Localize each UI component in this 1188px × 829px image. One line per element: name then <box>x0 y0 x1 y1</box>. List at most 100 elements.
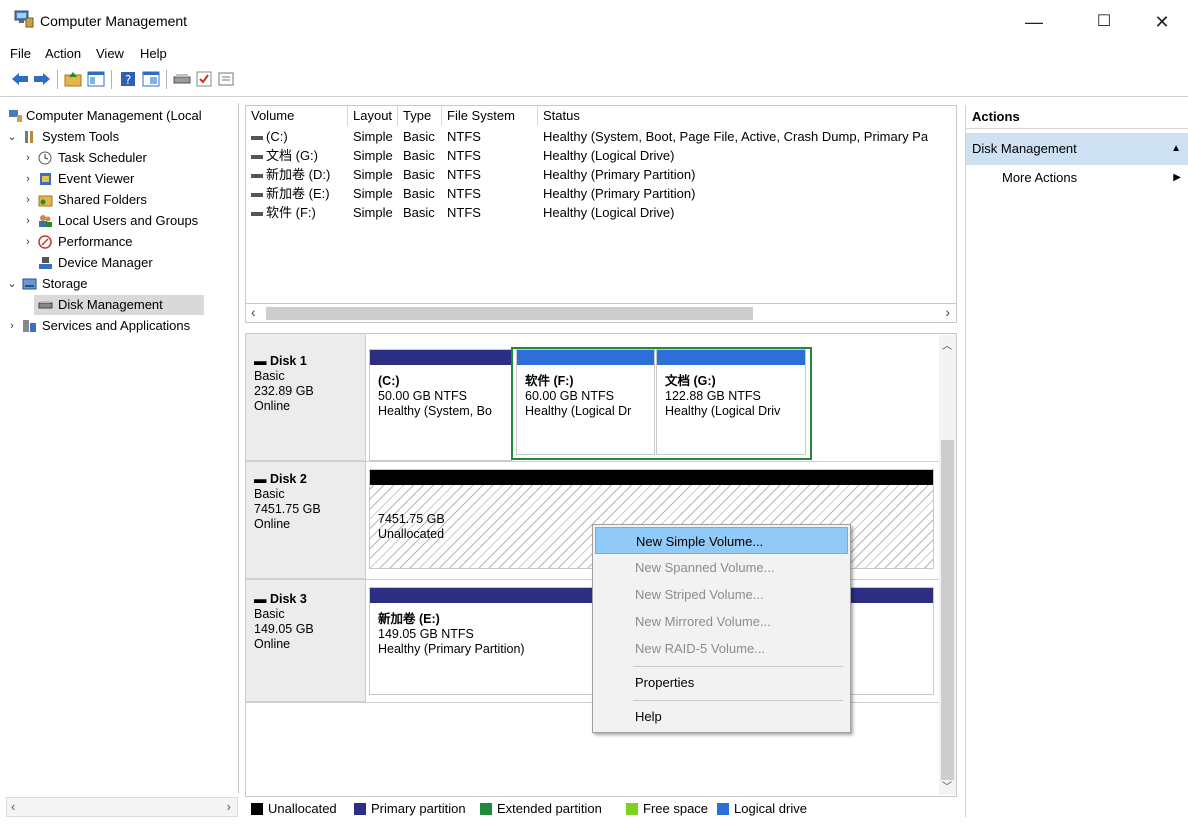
chevron-right-icon[interactable]: › <box>22 211 34 231</box>
volume-layout: Simple <box>353 167 393 182</box>
check-icon[interactable] <box>194 69 214 89</box>
volume-status: Healthy (Logical Drive) <box>543 205 675 220</box>
legend-label: Unallocated <box>268 801 337 816</box>
disk-2-label[interactable]: ▬ Disk 2 Basic 7451.75 GB Online <box>246 462 366 579</box>
volume-row[interactable]: 软件 (F:) Simple Basic NTFS Healthy (Logic… <box>246 203 956 222</box>
column-header-file-system[interactable]: File System <box>442 106 538 126</box>
logical-drive-bar <box>517 350 654 365</box>
volume-status: Healthy (System, Boot, Page File, Active… <box>543 129 929 144</box>
storage-icon <box>22 277 37 291</box>
menu-new-raid5-volume[interactable]: New RAID-5 Volume... <box>595 635 848 662</box>
disk-1-label[interactable]: ▬ Disk 1 Basic 232.89 GB Online <box>246 334 366 461</box>
volume-row[interactable]: 新加卷 (E:) Simple Basic NTFS Healthy (Prim… <box>246 184 956 203</box>
chevron-right-icon[interactable]: › <box>22 169 34 189</box>
scroll-up-icon[interactable]: ︿ <box>942 337 952 352</box>
menu-separator <box>633 700 843 701</box>
volume-row[interactable]: 文档 (G:) Simple Basic NTFS Healthy (Logic… <box>246 146 956 165</box>
scroll-right-icon[interactable]: › <box>227 799 231 814</box>
scroll-left-icon[interactable]: ‹ <box>251 304 256 320</box>
volume-list-horizontal-scrollbar[interactable]: ‹ › <box>245 303 957 323</box>
clock-icon <box>38 151 53 165</box>
disk-management-icon <box>38 298 53 312</box>
disk-status: Online <box>254 517 291 531</box>
volume-layout: Simple <box>353 186 393 201</box>
column-header-volume[interactable]: Volume <box>246 106 348 126</box>
menu-action[interactable]: Action <box>45 46 81 61</box>
tree-item-disk-management[interactable]: Disk Management <box>34 295 204 315</box>
partition-name: (C:) <box>378 374 400 388</box>
disk-type: Basic <box>254 607 285 621</box>
chevron-right-icon[interactable]: › <box>22 190 34 210</box>
up-folder-icon[interactable] <box>63 69 83 89</box>
volume-fs: NTFS <box>447 129 481 144</box>
scrollbar-thumb[interactable] <box>941 440 954 780</box>
tree-horizontal-scrollbar[interactable]: ‹ › <box>6 797 238 817</box>
drive-icon[interactable] <box>172 69 192 89</box>
logical-drive-swatch <box>717 803 729 815</box>
partition-f[interactable]: 软件 (F:) 60.00 GB NTFS Healthy (Logical D… <box>516 349 655 455</box>
collapse-up-icon[interactable]: ▲ <box>1171 133 1181 165</box>
forward-arrow-icon[interactable] <box>32 69 52 89</box>
disk-name: Disk 3 <box>269 592 307 606</box>
console-pane-icon[interactable] <box>141 69 161 89</box>
menu-new-striped-volume[interactable]: New Striped Volume... <box>595 581 848 608</box>
close-button[interactable]: ✕ <box>1140 6 1184 38</box>
actions-section-disk-management[interactable]: Disk Management ▲ <box>966 133 1188 165</box>
properties-icon[interactable] <box>216 69 236 89</box>
column-header-status[interactable]: Status <box>538 106 956 126</box>
legend-label: Logical drive <box>734 801 807 816</box>
minimize-button[interactable]: — <box>1012 6 1056 38</box>
menu-view[interactable]: View <box>96 46 124 61</box>
partition-size: 50.00 GB NTFS <box>378 389 467 403</box>
volume-fs: NTFS <box>447 186 481 201</box>
menu-bar: File Action View Help <box>0 42 1188 66</box>
volume-name: 文档 (G:) <box>266 148 318 163</box>
disk-3-label[interactable]: ▬ Disk 3 Basic 149.05 GB Online <box>246 580 366 702</box>
tree-label: Device Manager <box>58 255 153 270</box>
chevron-right-icon[interactable]: › <box>6 316 18 336</box>
disk-icon: ▬ <box>254 472 270 486</box>
partition-status: Healthy (System, Bo <box>378 404 492 418</box>
more-actions-item[interactable]: More Actions ▶ <box>966 167 1188 189</box>
column-header-layout[interactable]: Layout <box>348 106 398 126</box>
toolbar: ? <box>0 66 1188 94</box>
maximize-button[interactable]: ☐ <box>1082 6 1126 38</box>
help-book-icon[interactable]: ? <box>118 69 138 89</box>
volume-row[interactable]: (C:) Simple Basic NTFS Healthy (System, … <box>246 127 956 146</box>
legend-item: Unallocated <box>251 801 337 816</box>
drive-icon <box>251 154 263 159</box>
column-header-type[interactable]: Type <box>398 106 442 126</box>
show-hide-tree-icon[interactable] <box>86 69 106 89</box>
chevron-down-icon[interactable]: ⌄ <box>6 127 18 147</box>
scroll-left-icon[interactable]: ‹ <box>11 799 15 814</box>
menu-help[interactable]: Help <box>140 46 167 61</box>
menu-new-spanned-volume[interactable]: New Spanned Volume... <box>595 554 848 581</box>
primary-partition-bar <box>370 350 511 365</box>
legend-label: Primary partition <box>371 801 466 816</box>
toolbar-separator <box>166 70 167 89</box>
partition-g[interactable]: 文档 (G:) 122.88 GB NTFS Healthy (Logical … <box>656 349 806 455</box>
volume-status: Healthy (Logical Drive) <box>543 148 675 163</box>
disk-legend: Unallocated Primary partition Extended p… <box>245 797 957 819</box>
menu-properties[interactable]: Properties <box>595 669 848 696</box>
title-bar: Computer Management — ☐ ✕ <box>0 0 1188 42</box>
partition-c[interactable]: (C:) 50.00 GB NTFS Healthy (System, Bo <box>369 349 512 461</box>
tree-label: Performance <box>58 234 133 249</box>
users-icon <box>38 214 53 228</box>
menu-new-simple-volume[interactable]: New Simple Volume... <box>595 527 848 554</box>
partition-size: 60.00 GB NTFS <box>525 389 614 403</box>
chevron-down-icon[interactable]: ⌄ <box>6 274 18 294</box>
scroll-right-icon[interactable]: › <box>945 304 950 320</box>
volume-type: Basic <box>403 148 435 163</box>
back-arrow-icon[interactable] <box>10 69 30 89</box>
chevron-right-icon[interactable]: › <box>22 232 34 252</box>
menu-help-item[interactable]: Help <box>595 703 848 730</box>
scrollbar-thumb[interactable] <box>266 307 753 320</box>
menu-new-mirrored-volume[interactable]: New Mirrored Volume... <box>595 608 848 635</box>
chevron-right-icon[interactable]: › <box>22 148 34 168</box>
menu-file[interactable]: File <box>10 46 31 61</box>
volume-row[interactable]: 新加卷 (D:) Simple Basic NTFS Healthy (Prim… <box>246 165 956 184</box>
computer-management-icon <box>8 109 23 123</box>
scroll-down-icon[interactable]: ﹀ <box>942 778 952 793</box>
tree-label: Storage <box>42 276 88 291</box>
